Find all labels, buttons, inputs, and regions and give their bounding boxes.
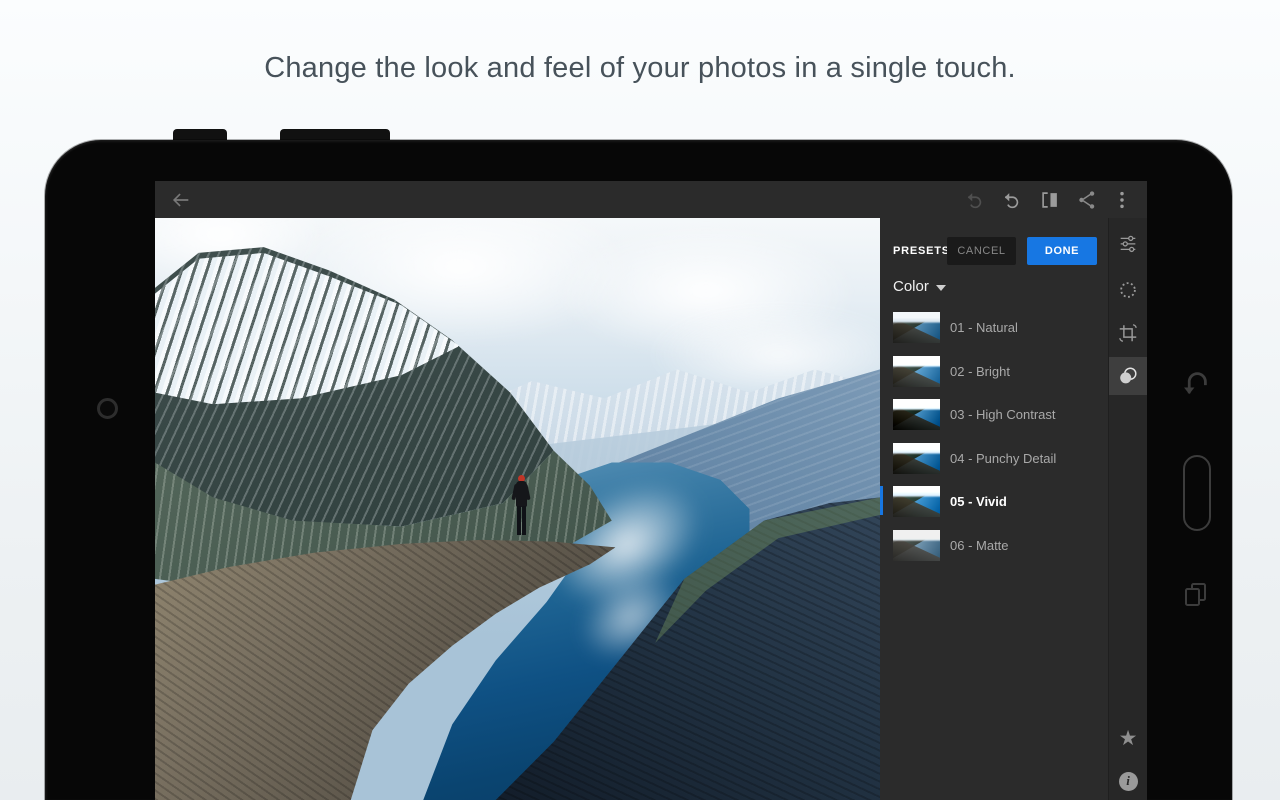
preset-label: 01 - Natural xyxy=(950,320,1018,336)
preset-list-item[interactable]: 01 - Natural xyxy=(880,306,1108,350)
preset-list-item[interactable]: 02 - Bright xyxy=(880,350,1108,394)
tool-sidebar: ★ i xyxy=(1108,218,1147,800)
tablet-device: PRESETS CANCEL DONE Color 01 - Natural 0… xyxy=(45,140,1232,800)
photo-hiker xyxy=(511,475,531,537)
preset-list: 01 - Natural 02 - Bright 03 - High Contr… xyxy=(880,306,1108,567)
preset-thumbnail xyxy=(893,529,940,561)
favorite-star-button[interactable]: ★ xyxy=(1109,719,1147,757)
info-button[interactable]: i xyxy=(1109,762,1147,800)
preset-label: 02 - Bright xyxy=(950,363,1010,379)
app-screen: PRESETS CANCEL DONE Color 01 - Natural 0… xyxy=(155,181,1147,800)
preset-thumbnail xyxy=(893,399,940,431)
preset-thumbnail xyxy=(893,442,940,474)
star-icon: ★ xyxy=(1118,726,1138,750)
adjustments-sliders-icon xyxy=(1120,235,1136,253)
preset-list-item[interactable]: 04 - Punchy Detail xyxy=(880,437,1108,481)
preset-thumbnail xyxy=(893,355,940,387)
undo-icon[interactable] xyxy=(1001,189,1023,211)
front-camera xyxy=(97,398,118,419)
preset-label: 06 - Matte xyxy=(950,537,1009,553)
android-recents-button[interactable] xyxy=(1182,580,1209,609)
preset-list-item[interactable]: 06 - Matte xyxy=(880,524,1108,568)
overflow-menu-icon[interactable] xyxy=(1111,189,1133,211)
presets-panel: PRESETS CANCEL DONE Color 01 - Natural 0… xyxy=(880,218,1108,800)
tool-crop-rotate[interactable] xyxy=(1109,314,1147,352)
tagline-text: Change the look and feel of your photos … xyxy=(264,52,1016,84)
preset-category-label: Color xyxy=(893,278,929,295)
preset-thumbnail xyxy=(893,486,940,518)
redo-icon[interactable] xyxy=(964,189,986,211)
chevron-down-icon xyxy=(935,284,946,291)
done-button[interactable]: DONE xyxy=(1027,237,1097,265)
info-icon: i xyxy=(1118,771,1138,791)
preset-label: 04 - Punchy Detail xyxy=(950,450,1057,466)
preset-list-item[interactable]: 05 - Vivid xyxy=(880,480,1108,524)
android-back-button[interactable] xyxy=(1180,368,1210,400)
preset-label: 05 - Vivid xyxy=(950,494,1007,510)
back-arrow-icon[interactable] xyxy=(170,189,192,211)
android-home-button[interactable] xyxy=(1183,455,1211,531)
crop-rotate-icon xyxy=(1119,324,1137,342)
top-toolbar xyxy=(155,181,1147,218)
tool-selective-edit[interactable] xyxy=(1109,271,1147,309)
panel-title: PRESETS xyxy=(893,245,950,257)
presets-circles-icon xyxy=(1120,367,1137,384)
photo-canvas[interactable] xyxy=(155,218,880,800)
marketing-screenshot: Change the look and feel of your photos … xyxy=(0,0,1280,800)
dotted-circle-icon xyxy=(1120,282,1136,298)
tool-presets[interactable] xyxy=(1109,357,1147,395)
share-icon[interactable] xyxy=(1076,189,1098,211)
tool-adjustments[interactable] xyxy=(1109,224,1147,262)
preset-label: 03 - High Contrast xyxy=(950,407,1056,423)
before-after-compare-icon[interactable] xyxy=(1039,189,1061,211)
preset-category-dropdown[interactable]: Color xyxy=(893,278,946,295)
preset-list-item[interactable]: 03 - High Contrast xyxy=(880,393,1108,437)
preset-thumbnail xyxy=(893,312,940,344)
cancel-button[interactable]: CANCEL xyxy=(947,237,1016,265)
